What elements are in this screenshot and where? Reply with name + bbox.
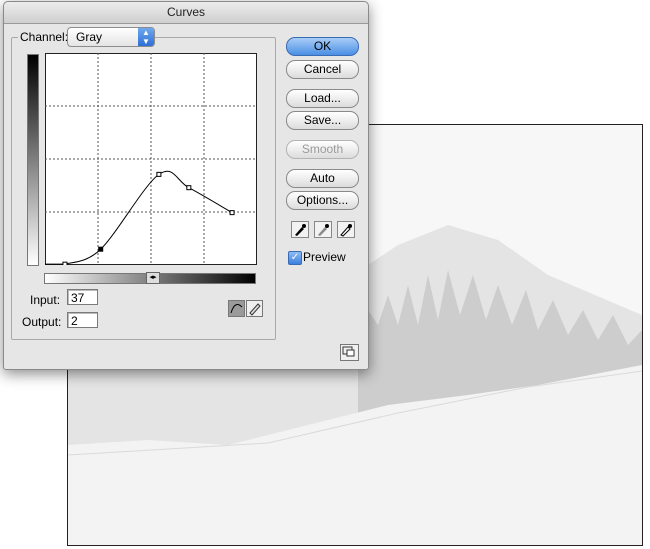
load-button[interactable]: Load... (286, 89, 359, 108)
black-eyedropper-icon[interactable] (291, 221, 309, 238)
window-title: Curves (4, 2, 368, 24)
curve-point[interactable] (156, 171, 162, 177)
output-label: Output: (22, 315, 62, 329)
input-label: Input: (30, 293, 61, 307)
curve-point[interactable] (186, 185, 192, 191)
curve-point[interactable] (229, 210, 235, 216)
save-button[interactable]: Save... (286, 111, 359, 130)
preview-label: Preview (303, 250, 346, 264)
output-gradient-bar (27, 54, 39, 266)
ok-button[interactable]: OK (286, 37, 359, 56)
output-field[interactable]: 2 (67, 312, 98, 328)
curve-tool-icon[interactable] (228, 300, 245, 317)
white-eyedropper-icon[interactable] (337, 221, 355, 238)
gradient-toggle-icon[interactable]: ◂▸ (146, 272, 160, 284)
input-field[interactable]: 37 (67, 289, 98, 305)
smooth-button[interactable]: Smooth (286, 140, 359, 159)
gray-eyedropper-icon[interactable] (314, 221, 332, 238)
channel-select[interactable]: Gray ▲ ▼ (67, 27, 155, 47)
preview-checkbox[interactable]: ✓ (288, 251, 302, 265)
curve-point[interactable] (98, 246, 104, 252)
curve-point[interactable] (62, 261, 68, 265)
expand-dialog-icon[interactable] (340, 344, 359, 361)
channel-label: Channel: (18, 30, 71, 44)
cancel-button[interactable]: Cancel (286, 60, 359, 79)
channel-value: Gray (76, 30, 103, 44)
options-button[interactable]: Options... (286, 191, 359, 210)
pencil-tool-icon[interactable] (246, 300, 263, 317)
auto-button[interactable]: Auto (286, 169, 359, 188)
select-arrows-icon: ▲ ▼ (138, 28, 154, 46)
curve-graph[interactable] (45, 53, 257, 265)
